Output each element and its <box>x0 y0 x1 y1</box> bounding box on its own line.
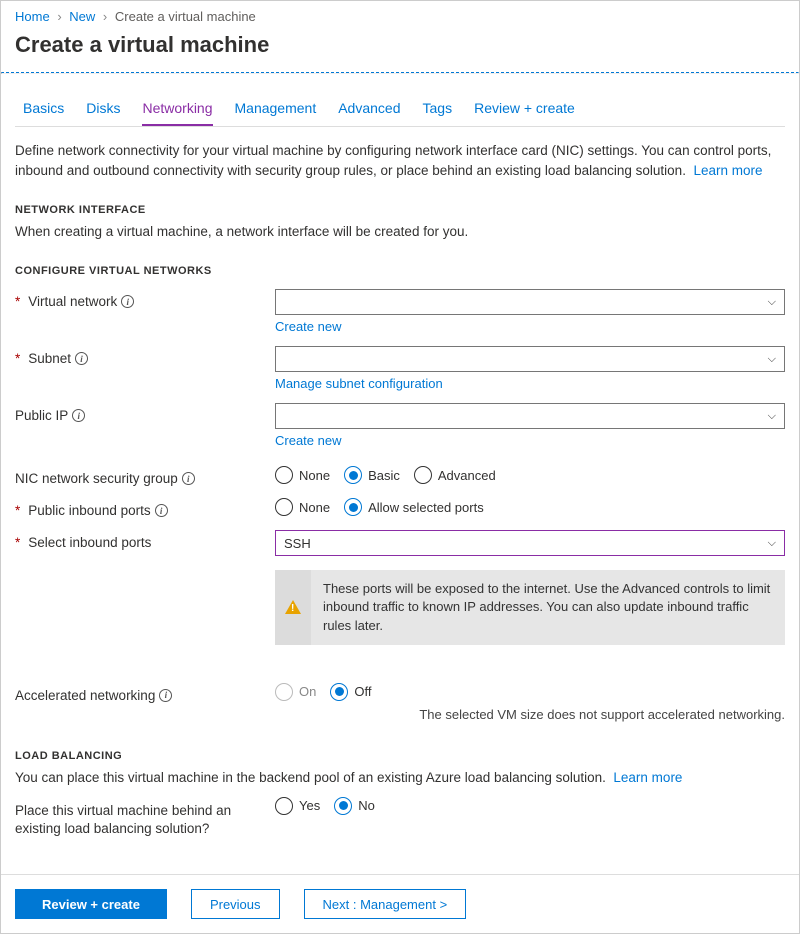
info-icon[interactable]: i <box>75 352 88 365</box>
page-container: Home › New › Create a virtual machine Cr… <box>0 0 800 934</box>
info-icon[interactable]: i <box>155 504 168 517</box>
section-load-balancing: LOAD BALANCING <box>15 750 785 762</box>
breadcrumb-current: Create a virtual machine <box>115 9 256 24</box>
subnet-dropdown[interactable]: ⌵ <box>275 346 785 372</box>
section-network-interface: NETWORK INTERFACE <box>15 204 785 216</box>
lb-no-radio[interactable]: No <box>334 797 375 815</box>
subnet-label: *Subnet i <box>15 346 275 366</box>
public-ip-dropdown[interactable]: ⌵ <box>275 403 785 429</box>
virtual-network-create-new[interactable]: Create new <box>275 319 341 334</box>
inbound-ports-label: *Public inbound ports i <box>15 498 275 518</box>
subnet-manage-link[interactable]: Manage subnet configuration <box>275 376 443 391</box>
accel-net-label: Accelerated networking i <box>15 683 275 703</box>
page-title: Create a virtual machine <box>1 28 799 72</box>
public-ip-label: Public IP i <box>15 403 275 423</box>
info-icon[interactable]: i <box>182 472 195 485</box>
info-icon[interactable]: i <box>159 689 172 702</box>
learn-more-link[interactable]: Learn more <box>693 163 762 178</box>
tab-bar: Basics Disks Networking Management Advan… <box>15 92 785 127</box>
nic-nsg-advanced-radio[interactable]: Advanced <box>414 466 496 484</box>
tab-advanced[interactable]: Advanced <box>338 96 400 126</box>
virtual-network-dropdown[interactable]: ⌵ <box>275 289 785 315</box>
accel-on-radio: On <box>275 683 316 701</box>
next-button[interactable]: Next : Management > <box>304 889 467 919</box>
breadcrumb: Home › New › Create a virtual machine <box>1 1 799 28</box>
tab-networking[interactable]: Networking <box>142 96 212 126</box>
lb-yes-radio[interactable]: Yes <box>275 797 320 815</box>
public-ip-create-new[interactable]: Create new <box>275 433 341 448</box>
nic-nsg-none-radio[interactable]: None <box>275 466 330 484</box>
ports-warning: These ports will be exposed to the inter… <box>275 570 785 645</box>
lb-question-label: Place this virtual machine behind an exi… <box>15 797 275 838</box>
inbound-none-radio[interactable]: None <box>275 498 330 516</box>
previous-button[interactable]: Previous <box>191 889 280 919</box>
section-configure-networks: CONFIGURE VIRTUAL NETWORKS <box>15 265 785 277</box>
info-icon[interactable]: i <box>72 409 85 422</box>
breadcrumb-home[interactable]: Home <box>15 9 50 24</box>
select-ports-label: *Select inbound ports <box>15 530 275 550</box>
review-create-button[interactable]: Review + create <box>15 889 167 919</box>
virtual-network-label: *Virtual network i <box>15 289 275 309</box>
tab-disks[interactable]: Disks <box>86 96 120 126</box>
select-ports-dropdown[interactable]: SSH⌵ <box>275 530 785 556</box>
info-icon[interactable]: i <box>121 295 134 308</box>
chevron-right-icon: › <box>99 9 111 24</box>
tab-tags[interactable]: Tags <box>423 96 453 126</box>
section-network-interface-sub: When creating a virtual machine, a netwo… <box>15 224 785 239</box>
chevron-down-icon: ⌵ <box>768 296 776 309</box>
lb-sub: You can place this virtual machine in th… <box>15 770 785 785</box>
footer: Review + create Previous Next : Manageme… <box>1 874 799 933</box>
chevron-down-icon: ⌵ <box>768 537 776 550</box>
lb-learn-more-link[interactable]: Learn more <box>613 770 682 785</box>
nic-nsg-basic-radio[interactable]: Basic <box>344 466 400 484</box>
accel-off-radio[interactable]: Off <box>330 683 371 701</box>
inbound-allow-radio[interactable]: Allow selected ports <box>344 498 484 516</box>
chevron-down-icon: ⌵ <box>768 353 776 366</box>
tab-review[interactable]: Review + create <box>474 96 575 126</box>
chevron-right-icon: › <box>53 9 65 24</box>
accel-hint: The selected VM size does not support ac… <box>275 707 785 722</box>
warning-icon <box>285 600 301 614</box>
intro-text: Define network connectivity for your vir… <box>15 127 785 184</box>
nic-nsg-label: NIC network security group i <box>15 466 275 486</box>
tab-management[interactable]: Management <box>235 96 317 126</box>
chevron-down-icon: ⌵ <box>768 410 776 423</box>
breadcrumb-new[interactable]: New <box>69 9 95 24</box>
tab-basics[interactable]: Basics <box>23 96 64 126</box>
